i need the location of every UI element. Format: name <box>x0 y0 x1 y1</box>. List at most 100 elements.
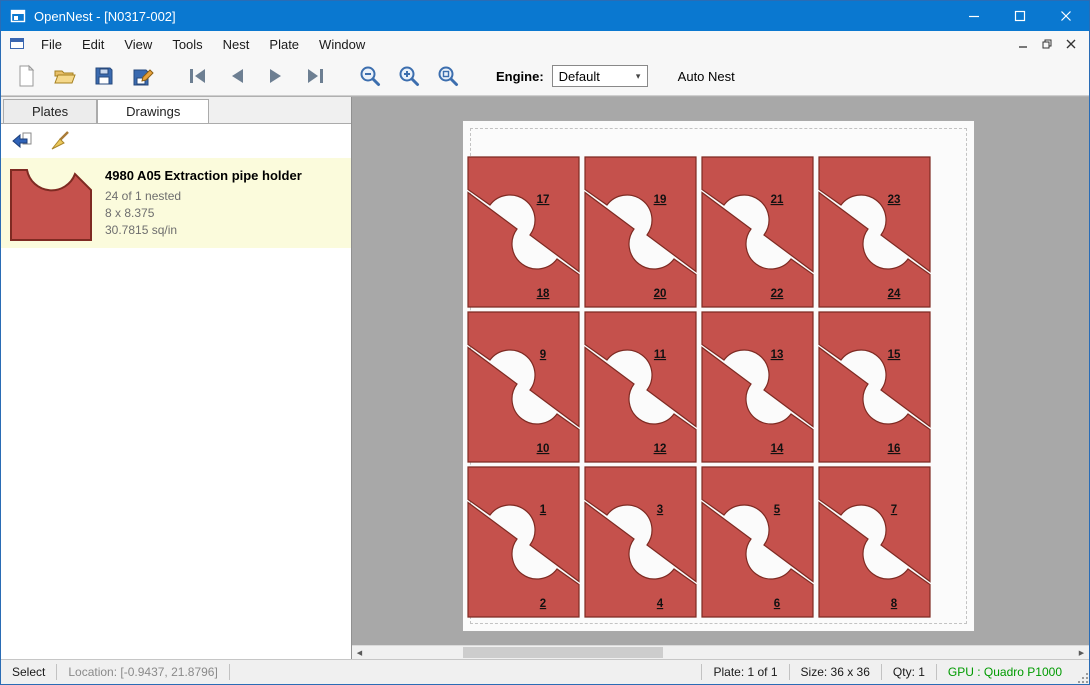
part-thumbnail <box>9 164 93 242</box>
minimize-icon <box>968 10 980 22</box>
open-button[interactable] <box>48 60 82 92</box>
nest-canvas[interactable]: 171819202122232491011121314151612345678 … <box>352 97 1089 659</box>
part-label: 3 <box>657 504 663 516</box>
nest-cell[interactable]: 34 <box>584 466 697 618</box>
drawing-size: 8 x 8.375 <box>105 205 302 222</box>
nest-cell[interactable]: 1516 <box>818 311 931 463</box>
nest-cell[interactable]: 78 <box>818 466 931 618</box>
part-label: 6 <box>774 598 780 610</box>
menu-nest[interactable]: Nest <box>213 33 260 56</box>
nest-cell[interactable]: 56 <box>701 466 814 618</box>
drawing-title: 4980 A05 Extraction pipe holder <box>105 168 302 183</box>
menu-window[interactable]: Window <box>309 33 375 56</box>
status-plate: Plate: 1 of 1 <box>702 665 788 679</box>
tab-plates[interactable]: Plates <box>3 99 97 123</box>
first-plate-button[interactable] <box>181 60 215 92</box>
part-label: 24 <box>888 288 901 300</box>
minimize-icon <box>1018 39 1028 49</box>
dropdown-arrow-icon[interactable]: ▾ <box>630 71 647 82</box>
nest-cell[interactable]: 1920 <box>584 156 697 308</box>
engine-selected-value: Default <box>559 69 600 84</box>
window-controls <box>951 1 1089 31</box>
return-drawing-button[interactable] <box>7 127 37 155</box>
part-label: 11 <box>654 349 667 361</box>
canvas-horizontal-scrollbar[interactable]: ◀ ▶ <box>352 645 1089 659</box>
menu-edit[interactable]: Edit <box>72 33 114 56</box>
nest-cell[interactable]: 2122 <box>701 156 814 308</box>
menu-file[interactable]: File <box>31 33 72 56</box>
scroll-left-button[interactable]: ◀ <box>352 646 367 659</box>
clear-button[interactable] <box>45 127 75 155</box>
previous-plate-button[interactable] <box>220 60 254 92</box>
status-mode: Select <box>1 665 56 679</box>
zoom-extents-button[interactable] <box>431 60 465 92</box>
status-qty: Qty: 1 <box>882 665 936 679</box>
nest-cell[interactable]: 23 24 <box>818 156 931 308</box>
nest-cell[interactable]: 910 <box>467 311 580 463</box>
zoom-in-button[interactable] <box>392 60 426 92</box>
restore-icon <box>1042 39 1052 49</box>
nest-cell[interactable]: 1314 <box>701 311 814 463</box>
menu-view[interactable]: View <box>114 33 162 56</box>
new-document-icon <box>14 64 38 88</box>
auto-nest-button[interactable]: Auto Nest <box>670 64 743 89</box>
nest-cell[interactable]: 12 <box>467 466 580 618</box>
titlebar[interactable]: OpenNest - [N0317-002] <box>1 1 1089 31</box>
status-location: Location: [-0.9437, 21.8796] <box>57 665 228 679</box>
part-label: 10 <box>537 443 550 455</box>
menu-tools[interactable]: Tools <box>162 33 212 56</box>
nest-cell[interactable]: 1718 <box>467 156 580 308</box>
zoom-out-icon <box>358 64 382 88</box>
scrollbar-track[interactable] <box>367 646 1074 659</box>
save-as-icon <box>131 64 155 88</box>
open-folder-icon <box>53 64 77 88</box>
save-button[interactable] <box>87 60 121 92</box>
part-label: 1 <box>540 504 547 516</box>
engine-label: Engine: <box>496 69 544 84</box>
part-label: 7 <box>891 504 897 516</box>
nest-cell[interactable]: 11 12 <box>584 311 697 463</box>
maximize-icon <box>1014 10 1026 22</box>
drawing-list-item[interactable]: 4980 A05 Extraction pipe holder 24 of 1 … <box>1 158 351 248</box>
minimize-button[interactable] <box>951 1 997 31</box>
mdi-restore-button[interactable] <box>1037 35 1057 53</box>
part-label: 17 <box>537 194 550 206</box>
last-plate-button[interactable] <box>298 60 332 92</box>
plate[interactable]: 171819202122232491011121314151612345678 <box>462 120 975 632</box>
part-label: 13 <box>771 349 784 361</box>
resize-grip[interactable] <box>1073 660 1089 684</box>
scroll-right-button[interactable]: ▶ <box>1074 646 1089 659</box>
mdi-window-controls <box>1013 35 1089 53</box>
return-drawing-icon <box>10 129 34 153</box>
engine-select[interactable]: Default ▾ <box>552 65 648 87</box>
mdi-child-icon[interactable] <box>9 36 25 52</box>
save-as-button[interactable] <box>126 60 160 92</box>
close-button[interactable] <box>1043 1 1089 31</box>
clear-icon <box>48 129 72 153</box>
menu-plate[interactable]: Plate <box>259 33 309 56</box>
save-icon <box>92 64 116 88</box>
mdi-close-button[interactable] <box>1061 35 1081 53</box>
app-icon <box>10 8 26 24</box>
new-button[interactable] <box>9 60 43 92</box>
resize-grip-icon <box>1076 671 1089 684</box>
tab-drawings[interactable]: Drawings <box>97 99 209 124</box>
scrollbar-thumb[interactable] <box>463 647 663 658</box>
window-title: OpenNest - [N0317-002] <box>34 9 176 24</box>
zoom-out-button[interactable] <box>353 60 387 92</box>
next-plate-button[interactable] <box>259 60 293 92</box>
maximize-button[interactable] <box>997 1 1043 31</box>
part-label: 23 <box>888 194 901 206</box>
statusbar-separator <box>229 664 230 680</box>
status-gpu: GPU : Quadro P1000 <box>937 665 1073 679</box>
last-plate-icon <box>303 64 327 88</box>
close-icon <box>1066 39 1076 49</box>
part-label: 19 <box>654 194 667 206</box>
sidebar: Plates Drawings <box>1 97 352 659</box>
drawing-nested-count: 24 of 1 nested <box>105 188 302 205</box>
mdi-minimize-button[interactable] <box>1013 35 1033 53</box>
statusbar: Select Location: [-0.9437, 21.8796] Plat… <box>1 659 1089 684</box>
part-label: 12 <box>654 443 667 455</box>
part-label: 8 <box>891 598 898 610</box>
part-label: 22 <box>771 288 784 300</box>
